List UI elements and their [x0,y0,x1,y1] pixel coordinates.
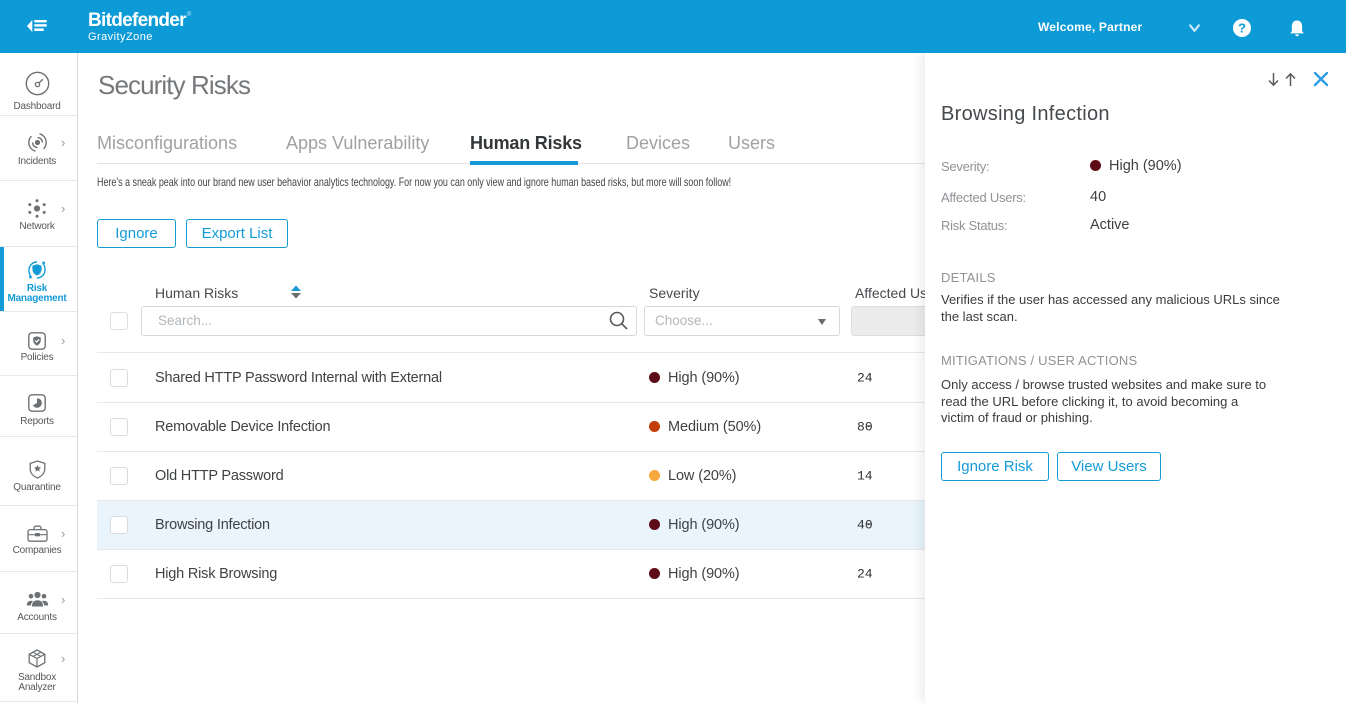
svg-text:?: ? [1238,21,1246,36]
